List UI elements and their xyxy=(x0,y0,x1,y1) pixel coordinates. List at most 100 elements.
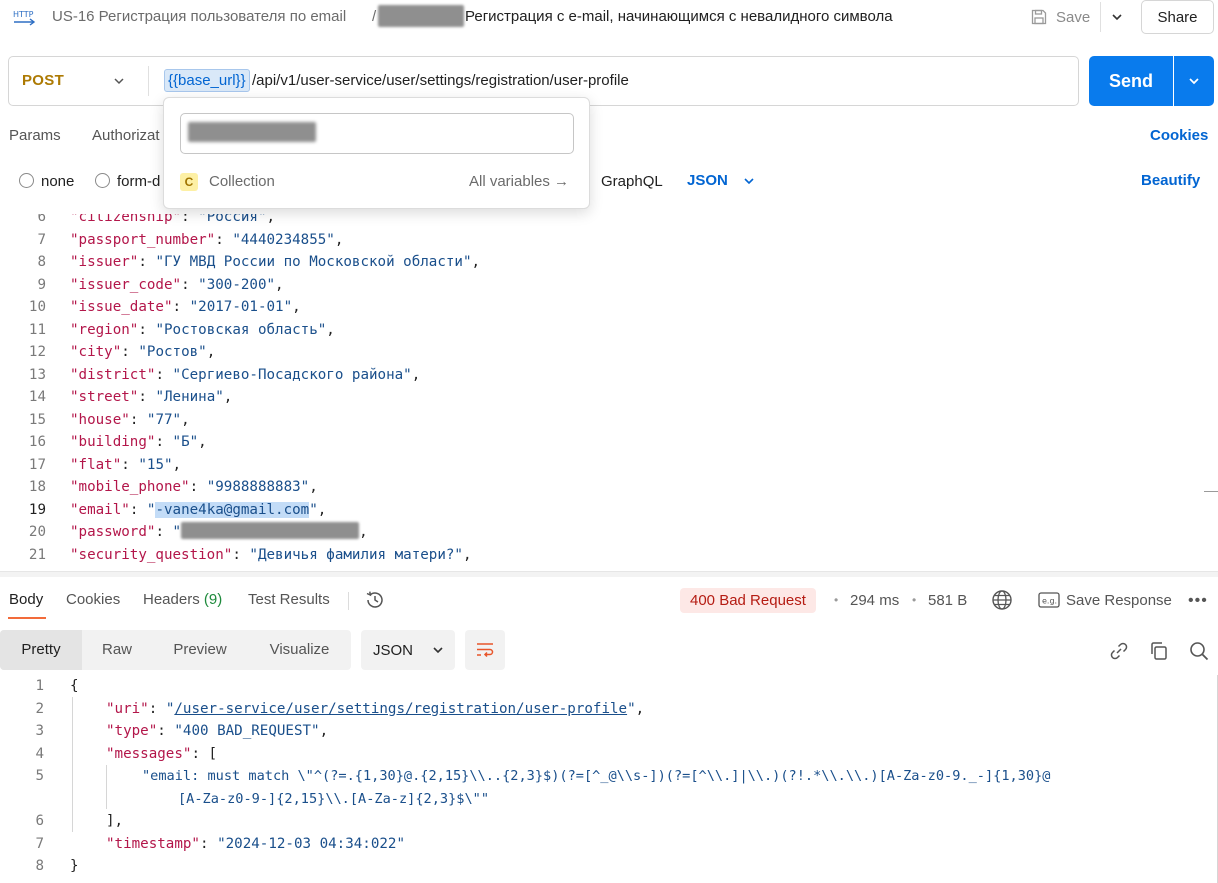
status-badge[interactable]: 400 Bad Request xyxy=(680,588,816,613)
body-format-select[interactable]: JSON xyxy=(687,172,728,189)
tab-response-body[interactable]: Body xyxy=(9,591,43,608)
search-icon[interactable] xyxy=(1188,640,1210,662)
variable-value-input[interactable] xyxy=(180,113,574,154)
uri-link[interactable]: /user-service/user/settings/registration… xyxy=(174,701,627,717)
svg-text:HTTP: HTTP xyxy=(13,10,34,19)
json-value: 2024-12-03 04:34:022 xyxy=(225,835,397,852)
json-key: type xyxy=(114,723,149,739)
all-variables-link[interactable]: All variables → xyxy=(469,173,569,190)
code-line: 19 "email": "-vane4ka@gmail.com", xyxy=(0,499,1218,522)
json-value: Россия xyxy=(206,214,258,225)
code-line: 16 "building": "Б", xyxy=(0,431,1218,454)
url-input[interactable]: /api/v1/user-service/user/settings/regis… xyxy=(252,72,629,89)
tab-test-results[interactable]: Test Results xyxy=(248,591,330,608)
json-key: building xyxy=(78,434,147,450)
view-preview[interactable]: Preview xyxy=(152,630,248,670)
line-number: 2 xyxy=(35,700,44,717)
save-dropdown-button[interactable] xyxy=(1100,2,1132,32)
history-icon[interactable] xyxy=(364,589,386,611)
json-key: issuer_code xyxy=(78,276,173,293)
json-key: mobile_phone xyxy=(78,479,182,495)
redacted-password xyxy=(181,522,360,539)
link-icon[interactable] xyxy=(1108,640,1130,662)
json-key: citizenship xyxy=(78,214,173,225)
radio-none[interactable] xyxy=(19,173,34,188)
tab-authorization[interactable]: Authorizat xyxy=(92,127,160,144)
line-number: 4 xyxy=(35,745,44,762)
line-number: 1 xyxy=(35,678,44,694)
response-body-viewer[interactable]: 1{ 2 "uri": "/user-service/user/settings/… xyxy=(0,675,1218,883)
share-button[interactable]: Share xyxy=(1141,0,1214,34)
svg-text:e.g.: e.g. xyxy=(1042,597,1057,606)
wrap-lines-button[interactable] xyxy=(465,630,505,670)
chevron-down-icon[interactable] xyxy=(742,174,756,188)
pane-splitter[interactable] xyxy=(0,571,1218,577)
code-line: 10 "issue_date": "2017-01-01", xyxy=(0,296,1218,319)
response-size[interactable]: 581 B xyxy=(928,592,967,609)
json-value: Девичья фамилия матери? xyxy=(257,546,455,563)
code-line: 11 "region": "Ростовская область", xyxy=(0,319,1218,342)
line-number: 15 xyxy=(28,411,46,428)
json-key: uri xyxy=(114,700,141,717)
headers-label: Headers xyxy=(143,591,200,608)
copy-icon[interactable] xyxy=(1148,640,1170,662)
code-line: 14 "street": "Ленина", xyxy=(0,386,1218,409)
globe-icon[interactable] xyxy=(991,589,1013,611)
radio-graphql-label[interactable]: GraphQL xyxy=(601,173,663,190)
tab-params[interactable]: Params xyxy=(9,127,61,144)
radio-form-data[interactable] xyxy=(95,173,110,188)
breadcrumb-collection[interactable]: US-16 Регистрация пользователя по email xyxy=(52,8,346,25)
json-value: Ленина xyxy=(163,389,216,405)
json-key: region xyxy=(78,321,130,338)
json-key: issuer xyxy=(78,254,130,270)
save-example-icon[interactable]: e.g. xyxy=(1038,592,1060,608)
collection-scope-badge: C xyxy=(180,173,198,191)
line-number: 12 xyxy=(28,344,46,360)
breadcrumb-separator: / xyxy=(372,8,377,25)
line-number: 8 xyxy=(37,254,46,270)
line-number: 14 xyxy=(28,389,46,405)
code-line: 1{ xyxy=(0,675,1218,698)
tab-response-cookies[interactable]: Cookies xyxy=(66,591,120,608)
tab-response-headers[interactable]: Headers (9) xyxy=(143,591,222,608)
method-select[interactable]: POST xyxy=(22,72,64,89)
request-header: HTTP US-16 Регистрация пользователя по e… xyxy=(0,0,1218,40)
chevron-down-icon[interactable] xyxy=(112,74,126,88)
view-raw[interactable]: Raw xyxy=(82,630,152,670)
request-body-editor[interactable]: 6 "citizenship": "Россия", 7 "passport_numb… xyxy=(0,214,1218,571)
line-number: 3 xyxy=(35,723,44,739)
more-options-icon[interactable]: ••• xyxy=(1188,592,1208,610)
headers-count: (9) xyxy=(203,591,223,608)
view-pretty[interactable]: Pretty xyxy=(0,630,82,670)
response-format-select[interactable]: JSON xyxy=(361,630,455,670)
view-visualize[interactable]: Visualize xyxy=(248,630,351,670)
line-number: 7 xyxy=(35,835,44,852)
code-line: 20 "password": ", xyxy=(0,521,1218,544)
wrap-lines-icon xyxy=(477,643,494,658)
http-request-icon: HTTP xyxy=(13,10,36,26)
save-response-button[interactable]: Save Response xyxy=(1066,592,1172,609)
send-dropdown-button[interactable] xyxy=(1174,56,1214,106)
cookies-link[interactable]: Cookies xyxy=(1150,127,1208,144)
beautify-button[interactable]: Beautify xyxy=(1141,172,1200,189)
json-value: Сергиево-Посадского района xyxy=(181,366,404,383)
code-line: 17 "flat": "15", xyxy=(0,454,1218,477)
response-time[interactable]: 294 ms xyxy=(850,592,899,609)
json-key: password xyxy=(78,524,147,540)
code-line: 6 "citizenship": "Россия", xyxy=(0,214,1218,229)
code-line: 4 "messages": [ xyxy=(0,743,1218,766)
send-button[interactable]: Send xyxy=(1089,56,1173,106)
json-value: 9988888883 xyxy=(215,479,301,495)
request-title[interactable]: Регистрация с e-mail, начинающимся с нев… xyxy=(465,8,893,25)
base-url-variable[interactable]: {{base_url}} xyxy=(164,69,250,92)
save-button[interactable]: Save xyxy=(1024,2,1100,32)
variable-popup: C Collection All variables → xyxy=(163,97,590,209)
line-number: 17 xyxy=(28,456,46,473)
code-line: 21 "security_question": "Девичья фамилия … xyxy=(0,544,1218,567)
json-key: house xyxy=(78,411,122,428)
chevron-down-icon xyxy=(1189,78,1199,85)
radio-none-label: none xyxy=(41,173,75,190)
json-key: issue_date xyxy=(78,299,164,315)
redacted-value xyxy=(188,122,316,142)
scrollbar-marker[interactable] xyxy=(1204,491,1218,492)
